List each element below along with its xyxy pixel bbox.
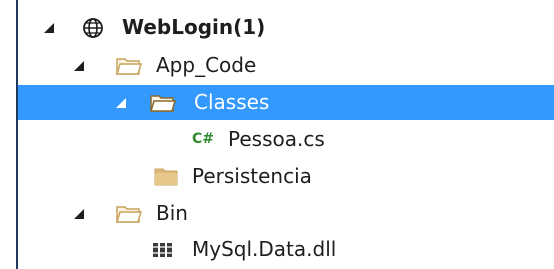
tree-node-mysql-data-dll[interactable]: MySql.Data.dll (18, 232, 554, 267)
folder-open-icon (150, 95, 176, 112)
expanded-arrow-icon[interactable] (42, 21, 56, 35)
folder-open-icon (116, 206, 142, 223)
tree-node-classes[interactable]: Classes (18, 85, 554, 120)
classes-label: Classes (194, 90, 270, 114)
folder-closed-icon (154, 168, 178, 186)
tree-node-app-code[interactable]: App_Code (18, 48, 554, 83)
expanded-arrow-icon[interactable] (114, 96, 128, 110)
tree-node-persistencia[interactable]: Persistencia (18, 159, 554, 194)
bin-label: Bin (156, 201, 188, 225)
mysql-data-dll-label: MySql.Data.dll (192, 237, 337, 261)
project-label: WebLogin(1) (122, 15, 266, 39)
tree-node-bin[interactable]: Bin (18, 196, 554, 231)
folder-open-icon (116, 58, 142, 75)
assembly-icon (153, 243, 172, 257)
pessoa-cs-label: Pessoa.cs (228, 127, 325, 151)
globe-icon (83, 18, 103, 38)
app-code-label: App_Code (156, 53, 257, 77)
csharp-file-icon: C# (192, 131, 215, 147)
tree-node-project[interactable]: WebLogin(1) (18, 10, 554, 45)
tree-node-pessoa-cs[interactable]: C# Pessoa.cs (18, 122, 554, 157)
expanded-arrow-icon[interactable] (72, 207, 86, 221)
expanded-arrow-icon[interactable] (72, 59, 86, 73)
persistencia-label: Persistencia (192, 164, 312, 188)
